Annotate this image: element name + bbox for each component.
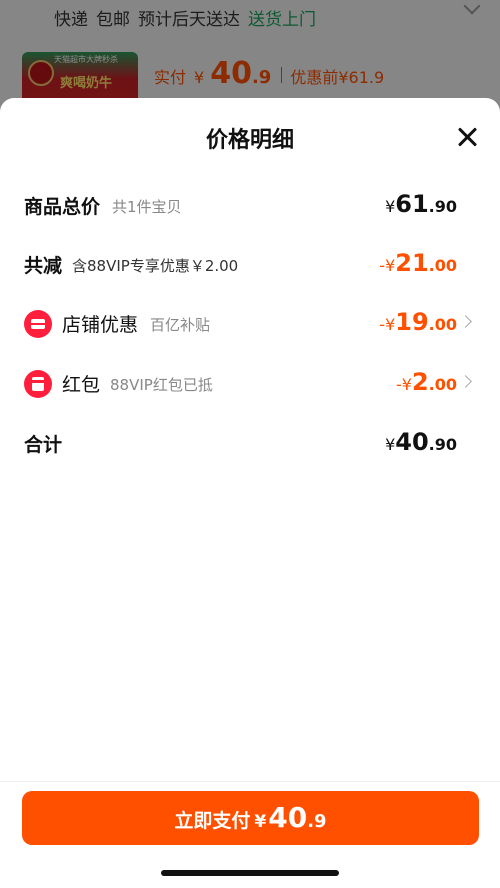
red-packet-sign: -¥ [396,375,412,394]
reduction-int: 21 [395,249,429,277]
close-icon[interactable] [456,126,478,148]
total-price-amount: ¥ 61 .90 [385,190,457,218]
shop-discount-amount: -¥ 19 .00 [379,308,457,336]
chevron-right-icon [459,315,472,328]
row-shop-discount[interactable]: 店铺优惠 百亿补贴 -¥ 19 .00 [0,302,500,342]
total-price-int: 61 [395,190,429,218]
sum-label: 合计 [24,434,63,456]
total-price-yen: ¥ [385,197,396,216]
pay-now-label: 立即支付 [174,810,251,832]
red-packet-icon [24,370,52,398]
shop-discount-sign: -¥ [379,315,396,334]
chevron-right-icon [459,375,472,388]
sum-int: 40 [395,428,429,456]
row-reduction: 共减 含88VIP专享优惠￥2.00 -¥ 21 .00 [0,243,500,283]
reduction-sign: -¥ [379,256,396,275]
red-packet-amount: -¥ 2 .00 [396,368,457,396]
red-packet-sub: 88VIP红包已抵 [110,376,213,394]
red-packet-int: 2 [411,368,429,396]
shop-discount-int: 19 [395,308,429,336]
pay-now-button[interactable]: 立即支付 ¥ 40 .9 [22,791,479,845]
sheet-title: 价格明细 [205,128,294,153]
sum-yen: ¥ [385,435,396,454]
shop-discount-dec: .00 [428,315,457,334]
row-sum: 合计 ¥ 40 .90 [0,422,500,462]
reduction-amount: -¥ 21 .00 [379,249,457,277]
total-price-dec: .90 [428,197,457,216]
bottom-divider [0,781,500,782]
shop-discount-sub: 百亿补贴 [150,316,211,334]
shop-discount-icon [24,310,52,338]
red-packet-label: 红包 [62,374,101,396]
price-detail-sheet: 价格明细 商品总价 共1件宝贝 ¥ 61 .90 共减 含88VIP专享优惠￥2… [0,98,500,888]
pay-now-dec: .9 [307,811,327,832]
total-price-label: 商品总价 [24,196,101,218]
reduction-label: 共减 [24,255,63,277]
home-indicator [161,870,339,876]
total-price-sub: 共1件宝贝 [112,198,182,216]
row-total-price: 商品总价 共1件宝贝 ¥ 61 .90 [0,184,500,224]
red-packet-dec: .00 [428,375,457,394]
reduction-sub: 含88VIP专享优惠￥2.00 [72,257,239,275]
row-red-packet[interactable]: 红包 88VIP红包已抵 -¥ 2 .00 [0,362,500,402]
pay-now-yen: ¥ [254,812,267,832]
sum-amount: ¥ 40 .90 [385,428,457,456]
sum-dec: .90 [428,435,457,454]
pay-now-int: 40 [268,801,308,834]
reduction-dec: .00 [428,256,457,275]
shop-discount-label: 店铺优惠 [62,314,139,336]
